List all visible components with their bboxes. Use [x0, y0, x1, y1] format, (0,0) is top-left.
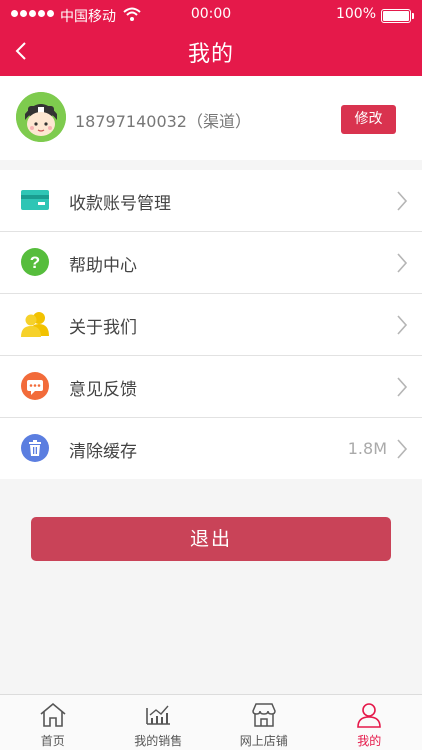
- tab-online-store[interactable]: 网上店铺: [211, 695, 317, 750]
- header: 中国移动 00:00 100% 我的: [0, 0, 422, 76]
- menu-item-clear-cache[interactable]: 清除缓存 1.8M: [0, 418, 422, 479]
- menu-item-help-center[interactable]: ? 帮助中心: [0, 232, 422, 294]
- user-phone: 18797140032（渠道）: [75, 112, 251, 131]
- menu-item-label: 收款账号管理: [69, 194, 171, 214]
- chevron-right-icon: [397, 377, 408, 397]
- feedback-icon: [21, 372, 49, 400]
- settings-menu: 收款账号管理 ? 帮助中心 关于我们 意见反馈 清除缓存 1.8M: [0, 170, 422, 479]
- battery-percent: 100%: [335, 6, 376, 22]
- chart-icon: [146, 705, 171, 725]
- menu-item-feedback[interactable]: 意见反馈: [0, 356, 422, 418]
- card-icon: [21, 190, 49, 210]
- people-icon: [21, 312, 49, 337]
- tab-label: 首页: [40, 734, 65, 748]
- store-icon: [251, 703, 276, 727]
- edit-profile-button[interactable]: 修改: [341, 105, 396, 134]
- tab-bar: 首页 我的销售 网上店铺 我的: [0, 694, 422, 750]
- tab-label: 网上店铺: [239, 734, 288, 748]
- menu-item-payment-account[interactable]: 收款账号管理: [0, 170, 422, 232]
- menu-item-about-us[interactable]: 关于我们: [0, 294, 422, 356]
- chevron-right-icon: [397, 191, 408, 211]
- menu-item-label: 关于我们: [69, 318, 137, 338]
- home-icon: [40, 702, 66, 727]
- battery-icon: [381, 9, 414, 23]
- chevron-right-icon: [397, 315, 408, 335]
- help-icon: ?: [21, 248, 49, 276]
- user-icon: [357, 703, 382, 728]
- avatar[interactable]: [16, 92, 66, 142]
- profile-card: 18797140032（渠道） 修改: [0, 76, 422, 160]
- status-bar: 中国移动 00:00 100%: [0, 0, 422, 30]
- logout-button[interactable]: 退出: [31, 517, 391, 561]
- app-screen: 中国移动 00:00 100% 我的 18797140032（渠道） 修改 收款…: [0, 0, 422, 750]
- cache-size: 1.8M: [347, 439, 387, 458]
- tab-my-sales[interactable]: 我的销售: [106, 695, 212, 750]
- chevron-right-icon: [397, 253, 408, 273]
- page-title: 我的: [187, 42, 234, 67]
- tab-home[interactable]: 首页: [0, 695, 106, 750]
- chevron-right-icon: [397, 439, 408, 459]
- svg-text:?: ?: [30, 253, 40, 272]
- trash-icon: [21, 434, 49, 462]
- menu-item-label: 意见反馈: [69, 380, 137, 400]
- tab-mine[interactable]: 我的: [317, 695, 422, 750]
- menu-item-label: 帮助中心: [69, 256, 137, 276]
- menu-item-label: 清除缓存: [69, 442, 137, 462]
- tab-label: 我的销售: [134, 734, 183, 748]
- tab-label: 我的: [357, 734, 382, 748]
